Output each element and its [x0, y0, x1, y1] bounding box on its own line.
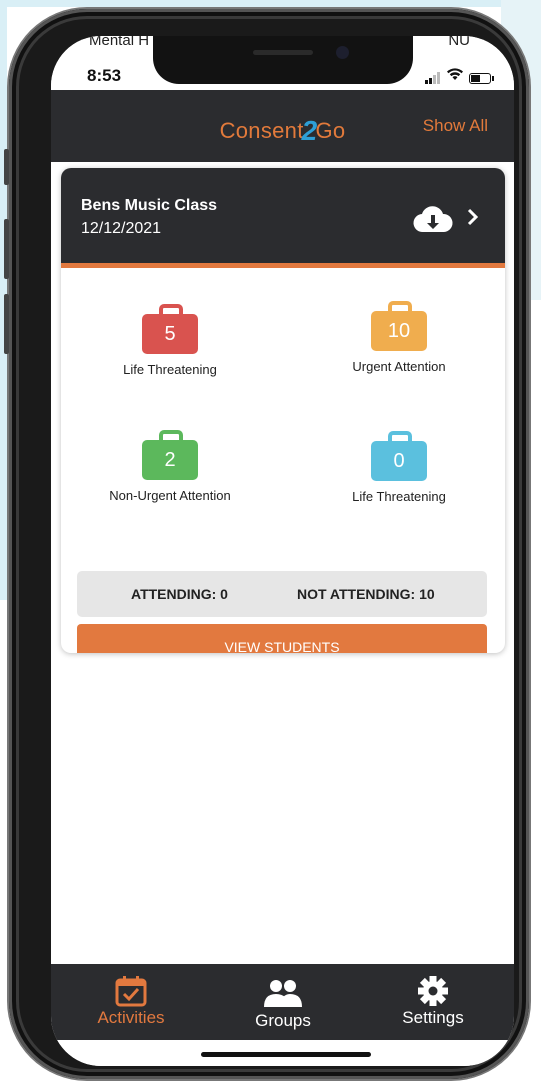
tab-settings[interactable]: Settings: [363, 964, 503, 1040]
home-indicator[interactable]: [201, 1052, 371, 1057]
cloud-download-icon[interactable]: [413, 206, 453, 234]
users-icon: [264, 980, 302, 1007]
gear-icon: [418, 976, 448, 1006]
stat-label: Life Threatening: [352, 489, 446, 504]
background-strip: [0, 0, 541, 7]
stat-label: Non-Urgent Attention: [109, 488, 231, 503]
view-students-button[interactable]: VIEW STUDENTS: [77, 624, 487, 653]
mute-switch: [4, 149, 9, 185]
phone-frame: Mental H NU 8:53 Consent2Go Show All Ben…: [4, 9, 529, 1079]
stat-non-urgent-attention: 2 Non-Urgent Attention: [70, 430, 270, 503]
bottom-tab-bar: Activities Groups Settings: [51, 964, 514, 1040]
attendance-summary: ATTENDING: 0 NOT ATTENDING: 10: [77, 571, 487, 617]
stat-urgent-attention: 10 Urgent Attention: [299, 301, 499, 374]
tab-groups[interactable]: Groups: [213, 967, 353, 1043]
activity-card: Bens Music Class 12/12/2021 5 Life Threa…: [61, 168, 505, 653]
not-attending-count: NOT ATTENDING: 10: [297, 586, 435, 602]
stat-label: Urgent Attention: [352, 359, 446, 374]
tab-label: Activities: [97, 1008, 165, 1027]
chevron-right-icon[interactable]: [467, 208, 479, 232]
stat-count: 2: [142, 440, 198, 480]
card-header-accent: [61, 263, 505, 268]
battery-icon: [469, 73, 494, 84]
volume-up-button: [4, 219, 9, 279]
carrier-text: Mental H: [89, 36, 150, 49]
medical-bag-icon: 2: [142, 430, 198, 482]
stat-label: Life Threatening: [123, 362, 217, 377]
activity-date: 12/12/2021: [81, 220, 162, 237]
medical-bag-icon: 0: [371, 431, 427, 483]
stat-life-threatening: 5 Life Threatening: [70, 304, 270, 377]
carrier-text-right: NU: [448, 36, 470, 49]
status-time: 8:53: [87, 66, 122, 85]
tab-label: Groups: [255, 1011, 311, 1030]
activity-card-header[interactable]: Bens Music Class 12/12/2021: [61, 168, 505, 268]
app-header: Consent2Go Show All: [51, 90, 514, 162]
show-all-link[interactable]: Show All: [423, 116, 488, 136]
wifi-icon: [447, 68, 463, 86]
stat-count: 5: [142, 314, 198, 354]
medical-bag-icon: 5: [142, 304, 198, 356]
stat-count: 10: [371, 311, 427, 351]
tab-label: Settings: [402, 1008, 464, 1027]
app-screen: Mental H NU 8:53 Consent2Go Show All Ben…: [51, 36, 514, 1066]
tab-activities[interactable]: Activities: [61, 964, 201, 1040]
activity-name: Bens Music Class: [81, 197, 218, 214]
attending-count: ATTENDING: 0: [131, 586, 228, 602]
stat-life-threatening-2: 0 Life Threatening: [299, 431, 499, 504]
signal-icon: [425, 72, 443, 84]
calendar-check-icon: [115, 976, 147, 1007]
phone-notch: [153, 36, 413, 84]
medical-bag-icon: 10: [371, 301, 427, 353]
volume-down-button: [4, 294, 9, 354]
stat-count: 0: [371, 441, 427, 481]
